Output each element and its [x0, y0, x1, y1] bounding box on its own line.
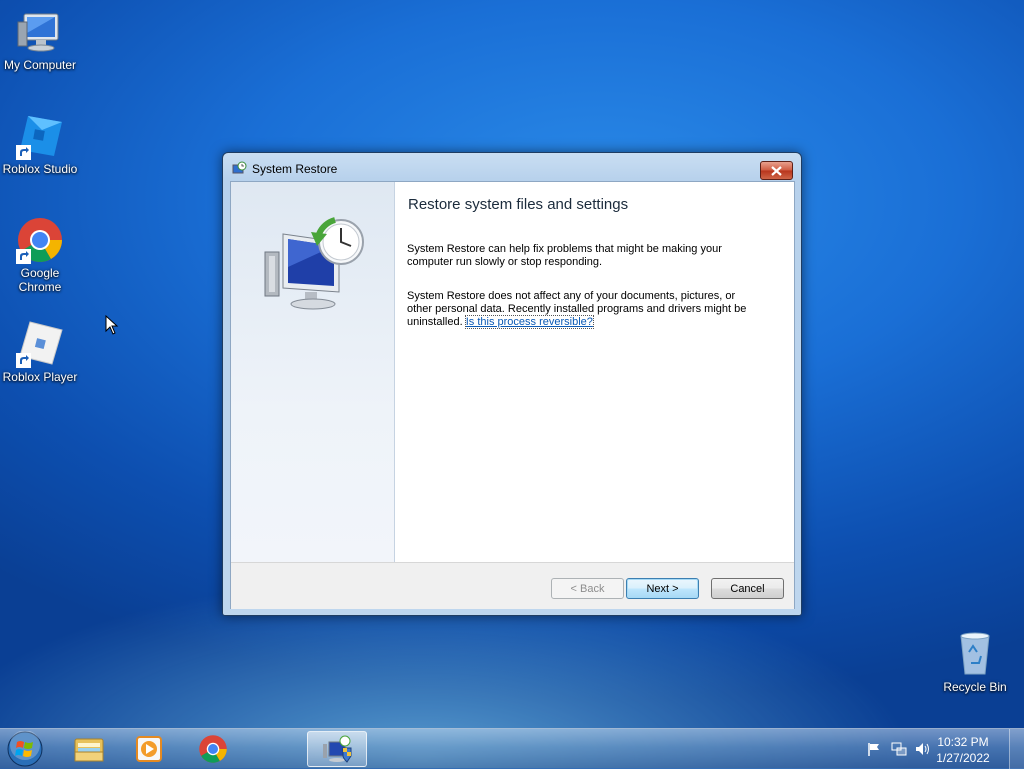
cancel-button[interactable]: Cancel [711, 578, 784, 599]
wizard-side-panel [231, 182, 395, 562]
taskbar-explorer[interactable] [62, 731, 116, 767]
system-restore-window: System Restore Restore system files and … [222, 152, 802, 616]
next-button[interactable]: Next > [626, 578, 699, 599]
close-button[interactable] [760, 161, 793, 180]
taskbar: 10:32 PM 1/27/2022 [0, 728, 1024, 769]
system-restore-icon [323, 735, 352, 763]
show-desktop-button[interactable] [1009, 729, 1024, 769]
media-player-icon [136, 736, 162, 762]
taskbar-chrome[interactable] [186, 731, 240, 767]
system-clock[interactable]: 10:32 PM 1/27/2022 [928, 734, 998, 766]
clock-date: 1/27/2022 [936, 751, 990, 765]
close-icon [771, 165, 782, 176]
roblox-player-icon [16, 320, 64, 368]
taskbar-system-restore[interactable] [307, 731, 367, 767]
shortcut-arrow-icon [16, 145, 31, 160]
network-icon[interactable] [891, 741, 907, 757]
description-paragraph-1: System Restore can help fix problems tha… [407, 243, 722, 268]
shortcut-arrow-icon [16, 249, 31, 264]
back-button[interactable]: < Back [551, 578, 624, 599]
recycle-bin-icon [951, 630, 999, 678]
folder-icon [74, 738, 104, 762]
computer-icon [16, 8, 64, 56]
window-titlebar[interactable]: System Restore [223, 153, 801, 181]
start-button[interactable] [0, 731, 50, 767]
window-client: Restore system files and settings System… [230, 181, 795, 609]
desktop-icon-google-chrome[interactable]: Google Chrome [0, 216, 80, 294]
windows-orb-icon [7, 731, 43, 767]
taskbar-media-player[interactable] [122, 731, 176, 767]
desktop-icon-roblox-studio[interactable]: Roblox Studio [0, 112, 80, 176]
wizard-button-bar: < Back Next > Cancel [231, 562, 794, 609]
desktop-icon-roblox-player[interactable]: Roblox Player [0, 320, 80, 384]
chrome-icon [199, 735, 227, 763]
action-center-flag-icon[interactable] [866, 741, 882, 757]
system-restore-icon [232, 161, 247, 174]
mouse-cursor-icon [105, 315, 119, 335]
desktop-icon-recycle-bin[interactable]: Recycle Bin [935, 630, 1015, 694]
clock-time: 10:32 PM [937, 735, 989, 749]
desktop-icon-my-computer[interactable]: My Computer [0, 8, 80, 72]
window-title: System Restore [252, 162, 338, 176]
description-paragraph-2: System Restore does not affect any of yo… [407, 290, 747, 329]
roblox-studio-icon [16, 112, 64, 160]
system-restore-illustration-icon [264, 217, 364, 310]
shortcut-arrow-icon [16, 353, 31, 368]
chrome-icon [16, 216, 64, 264]
reversible-process-link[interactable]: Is this process reversible? [464, 315, 594, 329]
wizard-heading: Restore system files and settings [408, 196, 629, 213]
